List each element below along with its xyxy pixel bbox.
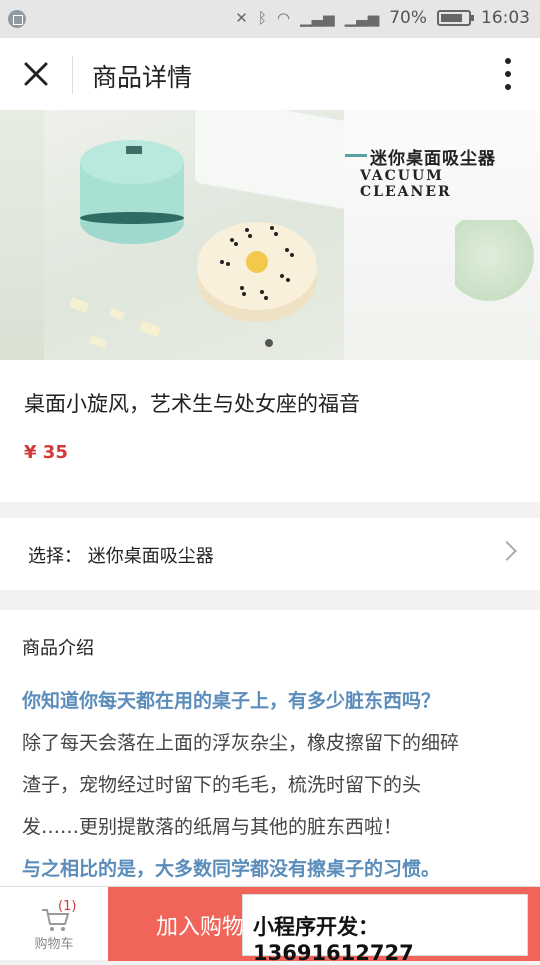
status-bar: ✕ ᛒ ◠ ▁▃▅ ▁▃▅ 70% 16:03 <box>0 0 540 38</box>
bluetooth-icon: ᛒ <box>257 9 267 27</box>
product-price: ¥ 35 <box>24 442 68 463</box>
brand-accent-line <box>345 154 367 157</box>
battery-percent: 70% <box>389 8 427 28</box>
description-body: 你知道你每天都在用的桌子上，有多少脏东西吗？ 除了每天会落在上面的浮灰杂尘，橡皮… <box>22 680 522 886</box>
description-heading: 商品介绍 <box>22 638 94 659</box>
more-menu-icon[interactable] <box>498 56 518 92</box>
description-line: 与之相比的是，大多数同学都没有擦桌子的习惯。 <box>22 858 441 880</box>
description-line: 渣子，宠物经过时留下的毛毛，梳洗时留下的头 <box>22 774 422 796</box>
nav-bar: 商品详情 <box>0 38 540 110</box>
option-label: 选择： 迷你桌面吸尘器 <box>28 546 214 567</box>
cart-button[interactable]: (1) 购物车 <box>0 887 108 961</box>
close-icon[interactable] <box>18 56 54 92</box>
wifi-icon: ◠ <box>276 9 290 27</box>
carousel-indicator[interactable] <box>265 339 273 347</box>
watermark-text: 小程序开发：13691612727 <box>253 915 414 965</box>
watermark-overlay: 小程序开发：13691612727 <box>242 894 528 965</box>
product-image-carousel[interactable]: 迷你桌面吸尘器 VACUUM CLEANER <box>0 110 540 360</box>
banner-brand-en: VACUUM CLEANER <box>360 168 452 200</box>
description-line: 你知道你每天都在用的桌子上，有多少脏东西吗？ <box>22 690 441 712</box>
nav-divider <box>72 56 73 94</box>
vibrate-icon: ✕ <box>235 9 248 27</box>
product-info: 桌面小旋风，艺术生与处女座的福音 ¥ 35 <box>0 360 540 502</box>
chevron-right-icon <box>497 541 517 561</box>
banner-brand-cn: 迷你桌面吸尘器 <box>370 149 496 169</box>
description-line: 除了每天会落在上面的浮灰杂尘，橡皮擦留下的细碎 <box>22 732 460 754</box>
cart-badge: (1) <box>58 899 77 914</box>
carousel-prev-image <box>0 110 44 360</box>
battery-icon <box>437 10 474 26</box>
notification-icon <box>8 10 26 28</box>
add-to-cart-label: 加入购物 <box>156 915 245 940</box>
cart-label: 购物车 <box>34 937 74 952</box>
signal-icon: ▁▃▅ <box>299 9 335 27</box>
cream-vacuum-image <box>197 222 317 322</box>
clock: 16:03 <box>481 8 530 28</box>
plant-image <box>455 220 540 310</box>
product-description: 商品介绍 你知道你每天都在用的桌子上，有多少脏东西吗？ 除了每天会落在上面的浮灰… <box>0 610 540 886</box>
page-title: 商品详情 <box>92 63 193 92</box>
status-icons: ✕ ᛒ ◠ ▁▃▅ ▁▃▅ 70% 16:03 <box>235 8 530 28</box>
option-selector[interactable]: 选择： 迷你桌面吸尘器 <box>0 518 540 590</box>
green-vacuum-image <box>80 140 184 244</box>
signal-icon-2: ▁▃▅ <box>344 9 380 27</box>
description-line: 发……更别提散落的纸屑与其他的脏东西啦！ <box>22 816 403 838</box>
product-title: 桌面小旋风，艺术生与处女座的福音 <box>24 392 360 416</box>
